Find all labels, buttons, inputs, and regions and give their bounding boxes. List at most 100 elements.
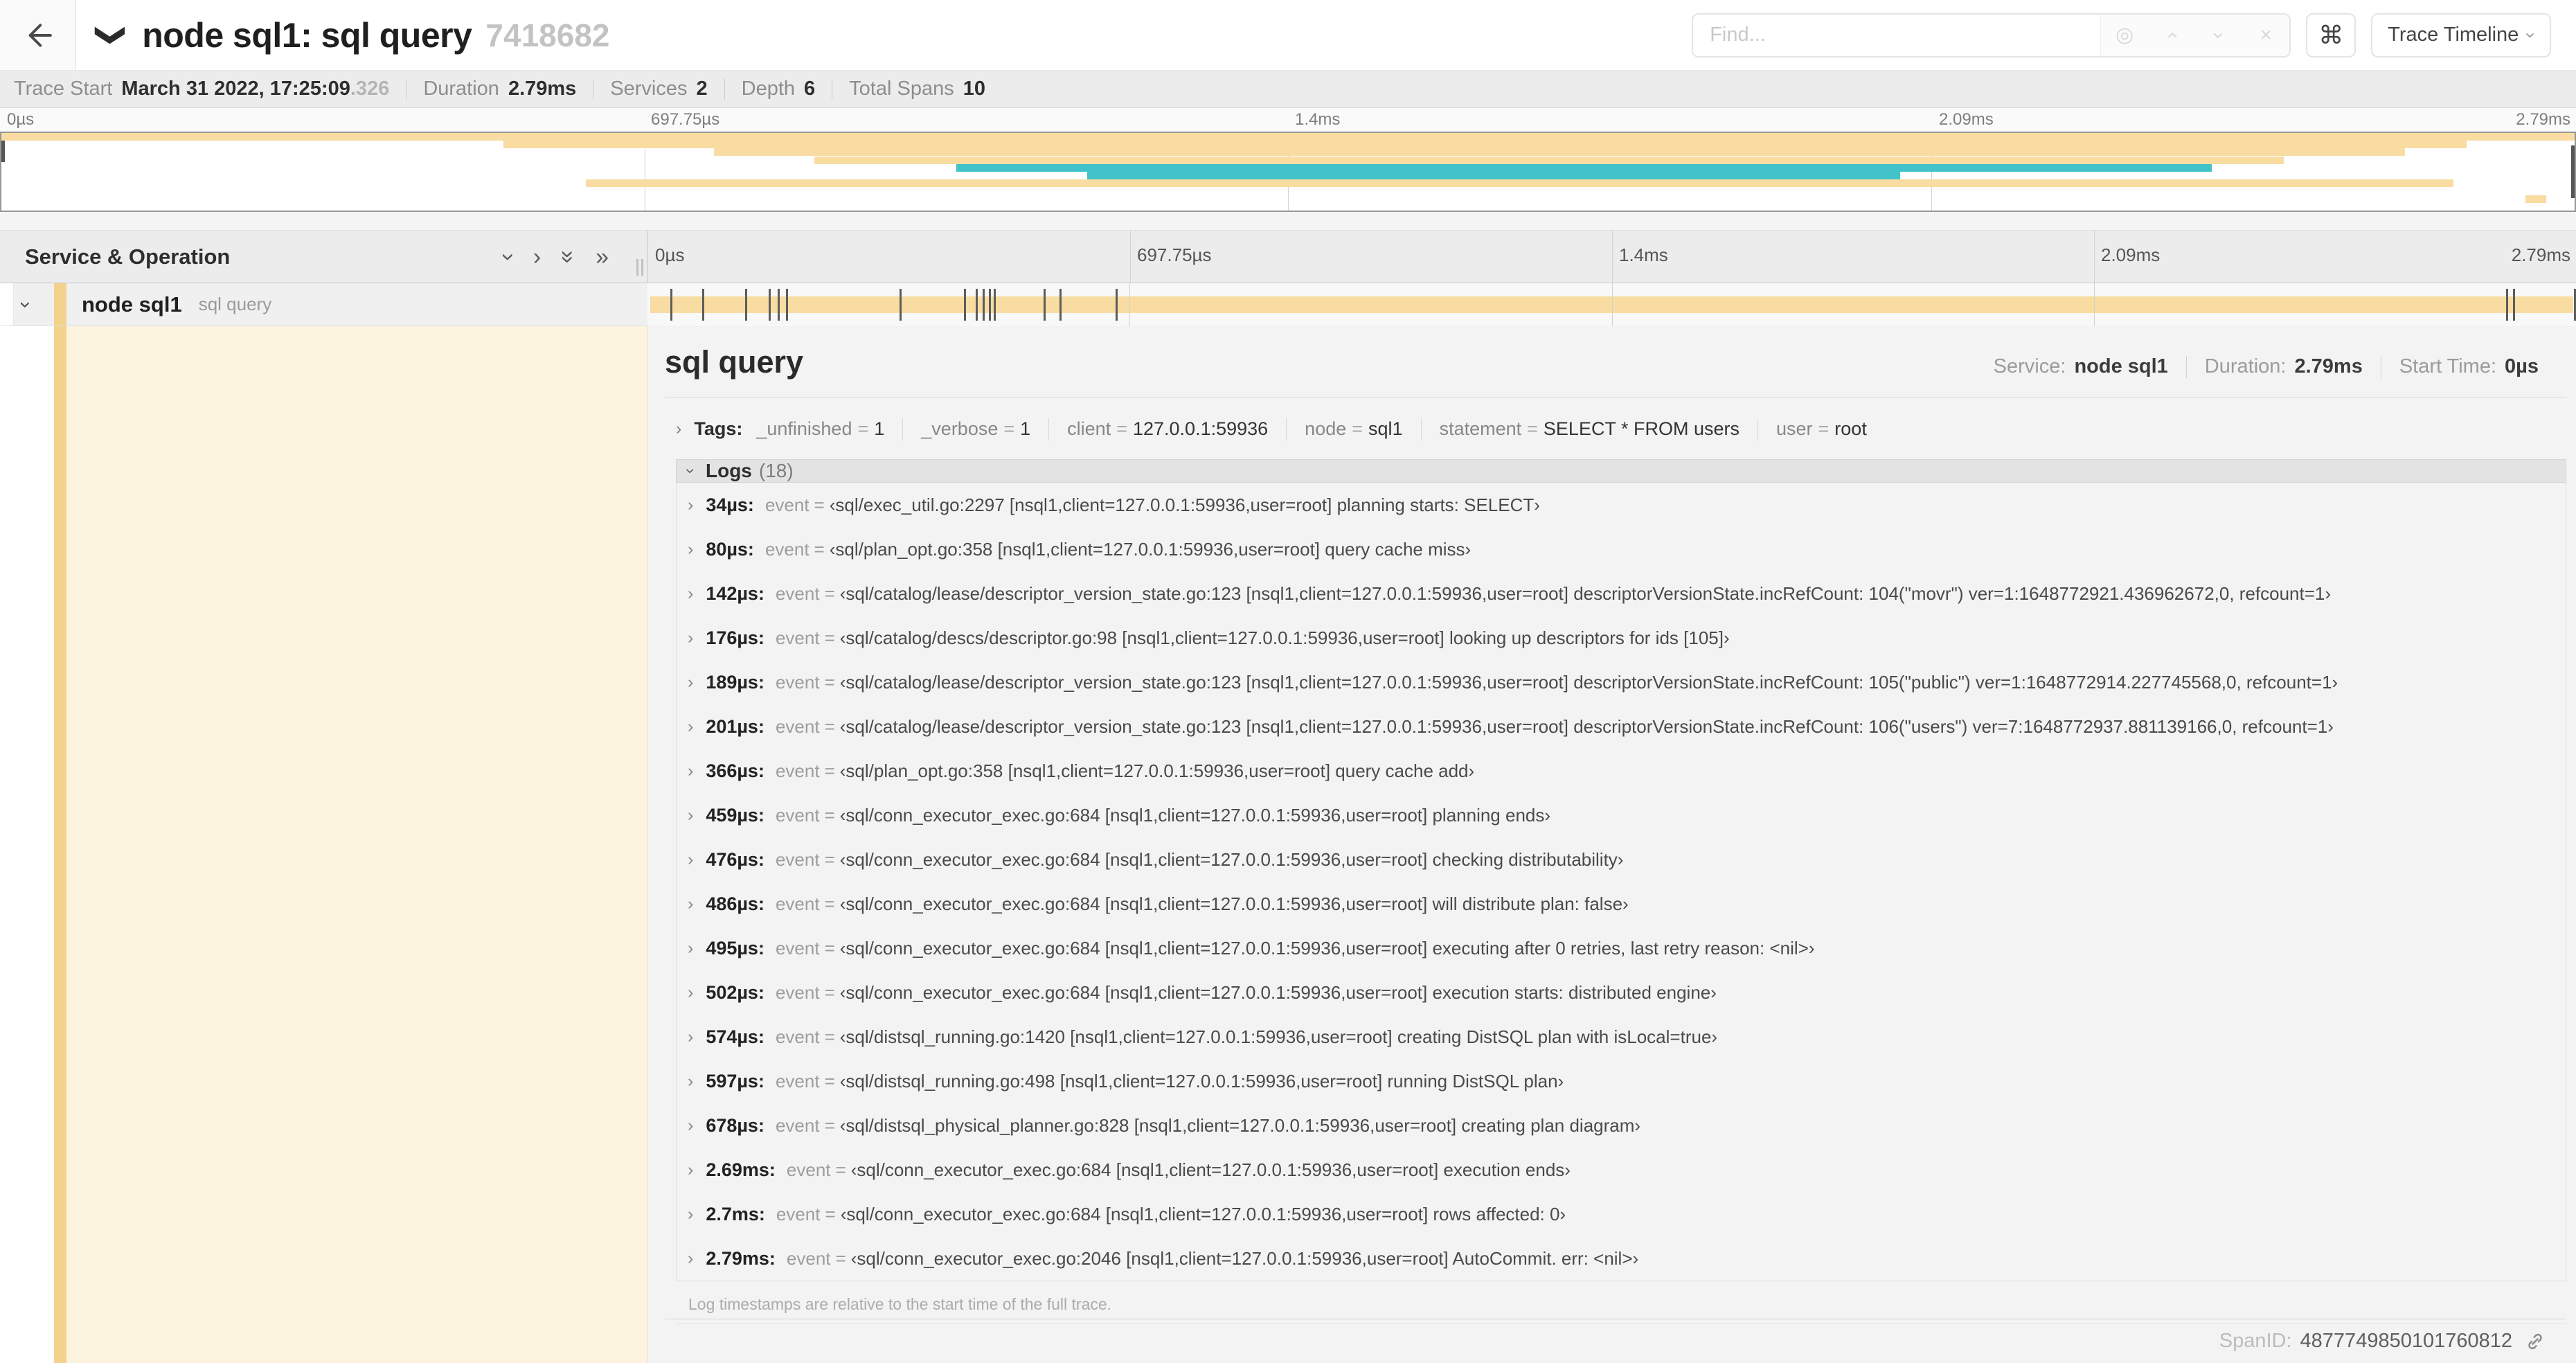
- log-equals: =: [824, 804, 835, 826]
- log-row[interactable]: › 189µs: event = ‹sql/catalog/lease/descript…: [677, 660, 2566, 704]
- find-input[interactable]: [1693, 14, 2101, 56]
- log-row[interactable]: › 574µs: event = ‹sql/distsql_running.go:142…: [677, 1015, 2566, 1059]
- collapse-span-chevron-icon[interactable]: ›: [15, 301, 37, 308]
- log-row[interactable]: › 2.79ms: event = ‹sql/conn_executor_exec.go…: [677, 1236, 2566, 1281]
- log-field-value: ‹sql/conn_executor_exec.go:684 [nsql1,cl…: [840, 1203, 1566, 1224]
- chevron-right-icon: ›: [688, 805, 694, 825]
- chevron-right-icon: ›: [688, 1115, 694, 1135]
- log-marker: [1059, 289, 1062, 321]
- tag-value: 127.0.0.1:59936: [1132, 418, 1269, 440]
- tick-label: 1.4ms: [1619, 244, 1668, 265]
- logs-label: Logs: [706, 460, 752, 482]
- service-operation-title: Service & Operation: [25, 244, 231, 269]
- trace-timeline-page: ❯ node sql1: sql query 7418682 ◎ › › × ⌘…: [0, 0, 2576, 1363]
- tag-item[interactable]: statement = SELECT * FROM users: [1440, 418, 1739, 440]
- log-field-key: event: [776, 1203, 821, 1224]
- log-field-value: ‹sql/catalog/lease/descriptor_version_st…: [839, 715, 2334, 737]
- log-row[interactable]: › 176µs: event = ‹sql/catalog/descs/descript…: [677, 616, 2566, 660]
- log-timestamp: 142µs:: [706, 582, 764, 604]
- chevron-right-icon: ›: [688, 1204, 694, 1224]
- log-equals: =: [824, 1026, 835, 1047]
- log-row[interactable]: › 34µs: event = ‹sql/exec_util.go:2297 [nsql…: [677, 483, 2566, 527]
- trace-id: 7418682: [485, 17, 610, 53]
- span-row-timeline[interactable]: [647, 283, 2576, 326]
- log-field-key: event: [764, 494, 810, 515]
- timeline-gridline: [1611, 283, 1613, 326]
- log-row[interactable]: › 476µs: event = ‹sql/conn_executor_exec.go:…: [677, 837, 2566, 882]
- log-field-value: ‹sql/conn_executor_exec.go:684 [nsql1,cl…: [839, 981, 1717, 1003]
- minimap-canvas[interactable]: [0, 132, 2576, 212]
- log-marker: [900, 289, 902, 321]
- collapse-all-icon[interactable]: »: [555, 250, 582, 263]
- tag-separator: [902, 418, 904, 440]
- log-marker: [2506, 289, 2509, 321]
- log-row[interactable]: › 2.69ms: event = ‹sql/conn_executor_exec.go…: [677, 1148, 2566, 1192]
- collapse-trace-chevron-icon[interactable]: ❯: [96, 23, 129, 47]
- focus-match-icon[interactable]: ◎: [2101, 23, 2148, 47]
- tag-item[interactable]: node = sql1: [1305, 418, 1402, 440]
- expand-all-icon[interactable]: »: [596, 245, 609, 269]
- log-marker: [989, 289, 992, 321]
- tick-label: 697.75µs: [1137, 244, 1212, 265]
- log-field-key: event: [775, 937, 820, 959]
- service-color-strip: [54, 283, 66, 326]
- log-row[interactable]: › 502µs: event = ‹sql/conn_executor_exec.go:…: [677, 970, 2566, 1015]
- keyboard-shortcuts-button[interactable]: ⌘: [2306, 12, 2356, 57]
- tags-label: Tags:: [694, 418, 743, 440]
- log-timestamp: 574µs:: [706, 1026, 764, 1047]
- log-equals: =: [824, 937, 835, 959]
- log-row[interactable]: › 486µs: event = ‹sql/conn_executor_exec.go:…: [677, 882, 2566, 926]
- collapse-one-icon[interactable]: ›: [495, 253, 521, 260]
- tags-accordion[interactable]: › Tags: _unfinished = 1 _verbose = 1 client = 12…: [676, 414, 2566, 444]
- find-icon-buttons: ◎ › › ×: [2100, 14, 2290, 56]
- tag-item[interactable]: user = root: [1776, 418, 1867, 440]
- log-equals: =: [824, 848, 835, 870]
- timeline-gridline: [1129, 283, 1131, 326]
- log-marker: [785, 289, 788, 321]
- span-row[interactable]: › node sql1 sql query: [0, 283, 2576, 326]
- tag-item[interactable]: _verbose = 1: [921, 418, 1030, 440]
- back-button[interactable]: [0, 0, 76, 70]
- prev-match-icon[interactable]: ›: [2160, 15, 2183, 56]
- chevron-right-icon: ›: [688, 982, 694, 1002]
- minimap-right-handle[interactable]: [2571, 145, 2575, 198]
- span-operation-name: sql query: [198, 294, 272, 314]
- log-row[interactable]: › 597µs: event = ‹sql/distsql_running.go:498…: [677, 1059, 2566, 1103]
- tag-item[interactable]: client = 127.0.0.1:59936: [1067, 418, 1268, 440]
- log-marker: [701, 289, 704, 321]
- log-field-value: ‹sql/plan_opt.go:358 [nsql1,client=127.0…: [839, 760, 1475, 781]
- tag-value: 1: [874, 418, 885, 440]
- log-row[interactable]: › 201µs: event = ‹sql/catalog/lease/descript…: [677, 704, 2566, 749]
- log-row[interactable]: › 80µs: event = ‹sql/plan_opt.go:358 [nsql1,…: [677, 527, 2566, 571]
- tag-key: client: [1067, 418, 1111, 440]
- chevron-right-icon: ›: [688, 495, 694, 515]
- logs-header[interactable]: › Logs (18): [676, 459, 2566, 483]
- log-row[interactable]: › 142µs: event = ‹sql/catalog/lease/descript…: [677, 571, 2566, 616]
- log-row[interactable]: › 366µs: event = ‹sql/plan_opt.go:358 [nsql1…: [677, 749, 2566, 793]
- log-marker: [777, 289, 780, 321]
- expand-one-icon[interactable]: ›: [533, 245, 541, 269]
- log-marker: [2513, 289, 2516, 321]
- log-field-key: event: [775, 893, 820, 914]
- log-field-value: ‹sql/conn_executor_exec.go:684 [nsql1,cl…: [839, 804, 1551, 826]
- next-match-icon[interactable]: ›: [2208, 15, 2230, 56]
- log-field-key: event: [764, 538, 810, 560]
- log-row[interactable]: › 495µs: event = ‹sql/conn_executor_exec.go:…: [677, 926, 2566, 970]
- log-row[interactable]: › 2.7ms: event = ‹sql/conn_executor_exec.go:…: [677, 1192, 2566, 1236]
- log-timestamp: 2.69ms:: [706, 1159, 776, 1180]
- log-row[interactable]: › 459µs: event = ‹sql/conn_executor_exec.go:…: [677, 793, 2566, 837]
- tag-item[interactable]: _unfinished = 1: [756, 418, 884, 440]
- clear-search-icon[interactable]: ×: [2242, 24, 2289, 47]
- trace-view-label: Trace Timeline: [2388, 24, 2519, 46]
- trace-view-selector[interactable]: Trace Timeline ›: [2371, 12, 2551, 57]
- column-resize-grip[interactable]: [636, 259, 643, 276]
- chevron-right-icon: ›: [688, 849, 694, 869]
- detail-footer: SpanID: 4877749850101760812: [665, 1319, 2566, 1363]
- log-field-value: ‹sql/conn_executor_exec.go:684 [nsql1,cl…: [850, 1159, 1571, 1180]
- log-row[interactable]: › 678µs: event = ‹sql/distsql_physical_plann…: [677, 1103, 2566, 1148]
- link-icon[interactable]: [2523, 1330, 2547, 1353]
- chevron-down-icon: ›: [2521, 32, 2542, 38]
- tick-label: 2.79ms: [2516, 110, 2570, 129]
- log-field-key: event: [786, 1247, 831, 1269]
- logs-count: (18): [758, 460, 794, 482]
